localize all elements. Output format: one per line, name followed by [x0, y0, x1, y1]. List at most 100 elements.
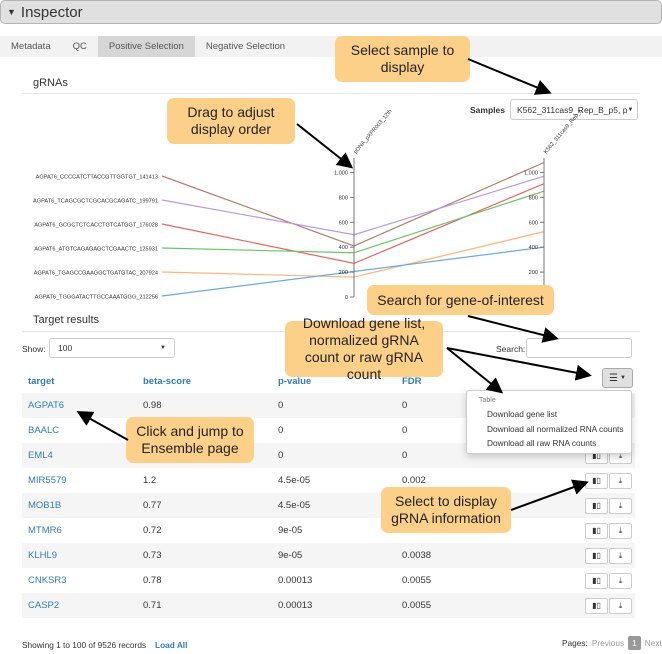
table-row: MTMR6 0.72 9e-05 ▮▯ ⤓: [22, 518, 635, 543]
bar-chart-icon: ▮▯: [592, 551, 601, 560]
grna-label: AGPAT6_TCAGCGCTCGCACGCAGATC_199791: [33, 199, 158, 205]
download-icon: ⤓: [618, 550, 623, 560]
cell-target[interactable]: MOB1B: [22, 493, 137, 518]
cell-beta-score: 0.78: [143, 575, 162, 586]
axis-tick-label: 200: [339, 270, 348, 276]
records-info: Showing 1 to 100 of 9526 records: [22, 640, 147, 650]
cell-target[interactable]: KLHL9: [22, 543, 137, 568]
cell-target[interactable]: MIR5579: [22, 468, 137, 493]
dropdown-header: Table: [479, 397, 496, 404]
tab-qc[interactable]: QC: [62, 36, 98, 57]
target-link[interactable]: EML4: [28, 450, 53, 461]
grna-label: AGPAT6_GCGCTCTCACCTGTCATGGT_176028: [34, 223, 158, 229]
cell-target[interactable]: CASP2: [22, 593, 137, 618]
cell-beta-score: 0.72: [143, 525, 162, 536]
download-row-button[interactable]: ⤓: [609, 547, 632, 564]
show-grna-chart-button[interactable]: ▮▯: [585, 572, 608, 589]
load-all-link[interactable]: Load All: [155, 640, 187, 650]
target-link[interactable]: MTMR6: [28, 525, 62, 536]
cell-target[interactable]: CNKSR3: [22, 568, 137, 593]
cell-p-value: 9e-05: [278, 525, 303, 536]
tab-metadata[interactable]: Metadata: [0, 36, 62, 57]
column-header-target[interactable]: target: [22, 369, 137, 393]
search-label: Search:: [496, 344, 526, 354]
axis-tick-label: 400: [529, 245, 538, 251]
cell-beta-score: 0.73: [137, 543, 272, 568]
bar-chart-icon: ▮▯: [592, 601, 601, 610]
cell-actions: ▮▯ ⤓: [546, 593, 635, 618]
axis-tick-label: 400: [339, 245, 348, 251]
grna-label: AGPAT6_CCCCATCTTACCGTTGGTGT_141413: [36, 175, 158, 181]
cell-target[interactable]: EML4: [22, 443, 137, 468]
cell-target[interactable]: AGPAT6: [22, 393, 137, 418]
cell-beta-score: 0.77: [137, 493, 272, 518]
download-row-button[interactable]: ⤓: [609, 497, 632, 514]
target-link[interactable]: CNKSR3: [28, 575, 67, 586]
arrow: [467, 58, 552, 95]
grnas-title: gRNAs: [33, 77, 68, 89]
cell-p-value: 9e-05: [272, 543, 396, 568]
cell-target[interactable]: MTMR6: [22, 518, 137, 543]
show-entries-value: 100: [58, 343, 73, 353]
table-row: MOB1B 0.77 4.5e-05 ▮▯ ⤓: [22, 493, 635, 518]
axis-label[interactable]: K562_311cas9_Rep_B: [543, 110, 584, 155]
tab-bar: Metadata QC Positive Selection Negative …: [0, 36, 662, 57]
show-grna-chart-button[interactable]: ▮▯: [585, 597, 608, 614]
cell-actions: ▮▯ ⤓: [546, 468, 635, 493]
search-input[interactable]: [526, 338, 632, 358]
show-grna-chart-button[interactable]: ▮▯: [585, 547, 608, 564]
inspector-title: Inspector: [20, 3, 83, 21]
target-link[interactable]: AGPAT6: [28, 400, 64, 411]
axis-tick-label: 1,000: [524, 170, 538, 176]
cell-p-value: 0.00013: [272, 593, 396, 618]
target-results-title: Target results: [33, 314, 100, 326]
caret-down-icon: ▼: [7, 7, 16, 17]
cell-p-value: 0: [278, 425, 284, 436]
axis-tick-label: 200: [529, 270, 538, 276]
target-link[interactable]: BAALC: [28, 425, 59, 436]
bar-chart-icon: ▮▯: [592, 501, 601, 510]
inspector-header[interactable]: ▼ Inspector: [0, 0, 662, 24]
download-row-button[interactable]: ⤓: [609, 572, 632, 589]
tab-positive-selection[interactable]: Positive Selection: [97, 36, 195, 57]
axis-tick-label: 800: [339, 195, 348, 201]
pages-label: Pages:: [562, 638, 588, 648]
grna-label: AGPAT6_TGAGCCGAAGGCTGATGTAC_207924: [34, 271, 158, 277]
cell-fdr: 0.0055: [396, 593, 546, 618]
cell-p-value: 0.00013: [278, 575, 313, 586]
axis-tick-label: 800: [529, 195, 538, 201]
download-row-button[interactable]: ⤓: [609, 522, 632, 539]
menu-item-download-normalized-counts[interactable]: Download all normalized RNA counts: [487, 424, 624, 434]
tab-negative-selection[interactable]: Negative Selection: [195, 36, 296, 57]
download-row-button[interactable]: ⤓: [609, 472, 632, 489]
next-page-button[interactable]: Next: [645, 638, 662, 648]
menu-item-download-raw-counts[interactable]: Download all raw RNA counts: [487, 438, 596, 448]
current-page-button[interactable]: 1: [628, 636, 641, 650]
column-header-beta-score[interactable]: beta-score: [137, 369, 272, 393]
axis-label[interactable]: pDNA_pXPR003_12th: [353, 110, 394, 155]
menu-item-download-gene-list[interactable]: Download gene list: [487, 409, 557, 419]
target-link[interactable]: MOB1B: [28, 500, 61, 511]
target-link[interactable]: CASP2: [28, 600, 59, 611]
bar-chart-icon: ▮▯: [592, 526, 601, 535]
show-grna-chart-button[interactable]: ▮▯: [585, 522, 608, 539]
cell-p-value: 0: [272, 393, 396, 418]
parallel-coordinates-chart: AGPAT6_CCCCATCTTACCGTTGGTGT_141413 AGPAT6…: [33, 110, 584, 301]
cell-target[interactable]: BAALC: [22, 418, 137, 443]
previous-page-button[interactable]: Previous: [592, 638, 624, 648]
show-entries-select[interactable]: 100 ▼: [49, 338, 175, 358]
grna-label: AGPAT6_ATGTCAGAGAGCTCGAACTC_125931: [34, 247, 158, 253]
axis-tick-label: 0: [345, 295, 348, 301]
show-grna-chart-button[interactable]: ▮▯: [585, 497, 608, 514]
download-row-button[interactable]: ⤓: [609, 597, 632, 614]
grna-line: [161, 161, 545, 247]
target-link[interactable]: MIR5579: [28, 475, 67, 486]
divider: [22, 93, 640, 94]
cell-actions: ▮▯ ⤓: [546, 568, 635, 593]
show-grna-chart-button[interactable]: ▮▯: [585, 472, 608, 489]
table-row: KLHL9 0.73 9e-05 0.0038 ▮▯ ⤓: [22, 543, 635, 568]
target-link[interactable]: KLHL9: [28, 550, 57, 561]
show-label: Show:: [22, 344, 46, 354]
cell-beta-score: 0.71: [137, 593, 272, 618]
axis-tick-label: 600: [529, 220, 538, 226]
